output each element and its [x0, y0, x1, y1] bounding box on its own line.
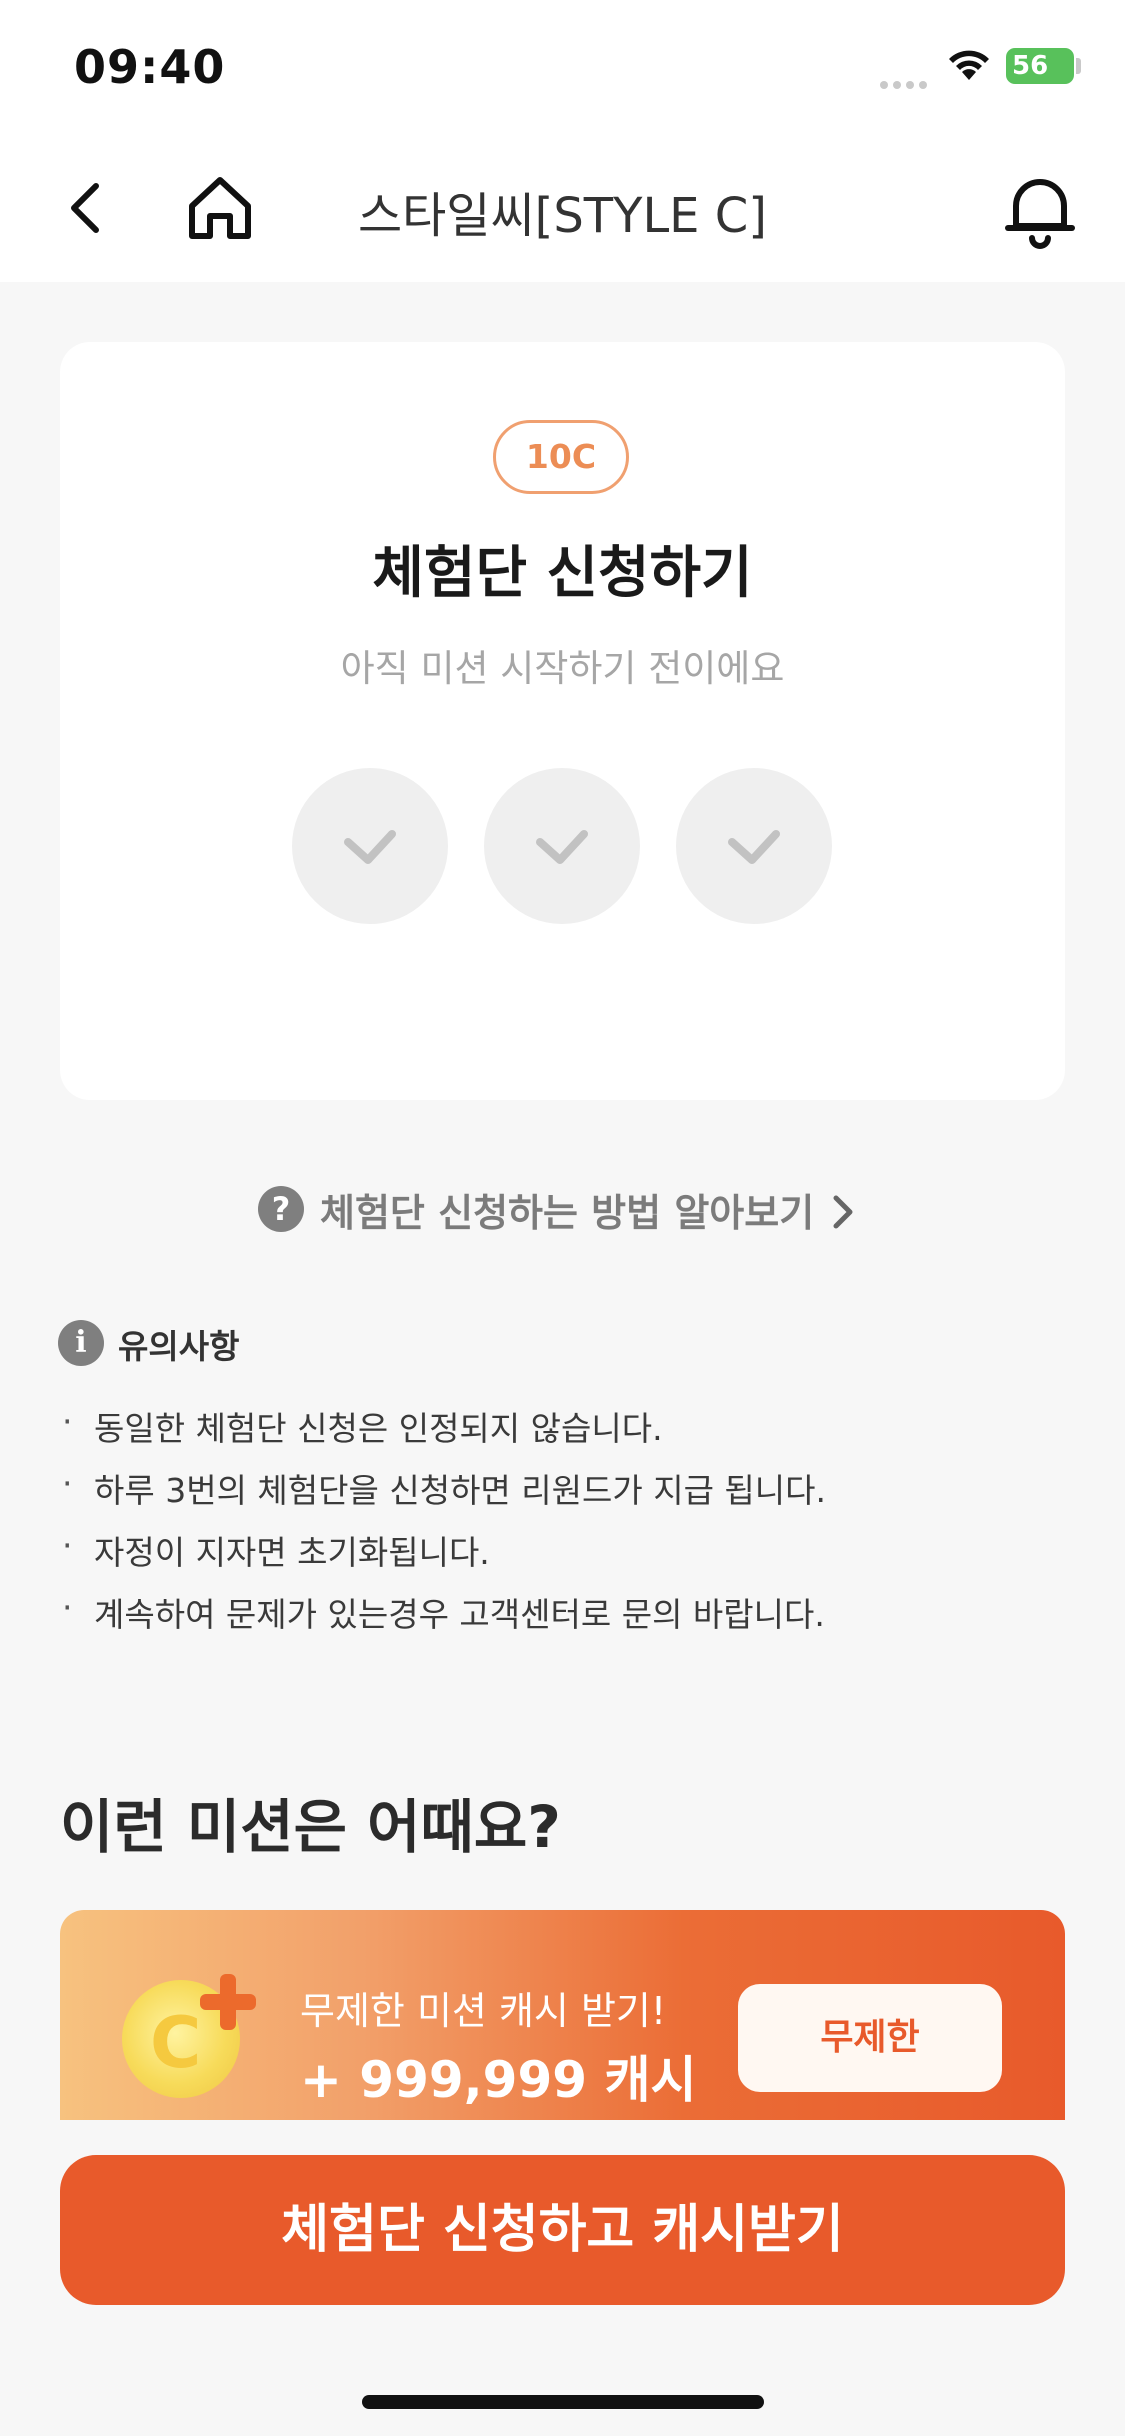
unlimited-button[interactable]: 무제한: [738, 1984, 1002, 2092]
home-button[interactable]: [182, 170, 258, 246]
home-indicator: [362, 2395, 764, 2409]
info-icon: i: [58, 1320, 104, 1366]
notice-list: 동일한 체험단 신청은 인정되지 않습니다. 하루 3번의 체험단을 신청하면 …: [62, 1402, 1062, 1650]
promo-headline: 무제한 미션 캐시 받기!: [300, 1989, 667, 2033]
check-icon: [536, 830, 588, 864]
step-indicator-3: [676, 768, 832, 924]
battery-cap: [1076, 58, 1081, 74]
apply-cta-button[interactable]: 체험단 신청하고 캐시받기: [60, 2155, 1065, 2305]
home-icon: [189, 177, 251, 239]
question-icon: ?: [258, 1186, 304, 1232]
card-title: 체험단 신청하기: [372, 541, 753, 606]
recommend-title: 이런 미션은 어때요?: [60, 1793, 561, 1861]
notice-title: 유의사항: [118, 1327, 240, 1366]
wifi-icon: [946, 46, 992, 86]
chevron-right-icon: [833, 1195, 853, 1229]
card-subtitle: 아직 미션 시작하기 전이에요: [340, 647, 785, 690]
step-indicator-1: [292, 768, 448, 924]
notice-item: 자정이 지자면 초기화됩니다.: [62, 1526, 1062, 1588]
notice-item: 하루 3번의 체험단을 신청하면 리원드가 지급 됩니다.: [62, 1464, 1062, 1526]
page-title: 스타일씨[STYLE C]: [357, 188, 768, 244]
reward-badge: 10C: [493, 420, 629, 494]
notice-item: 계속하여 문제가 있는경우 고객센터로 문의 바랍니다.: [62, 1588, 1062, 1650]
step-indicator-2: [484, 768, 640, 924]
howto-label: 체험단 신청하는 방법 알아보기: [320, 1191, 815, 1235]
chevron-left-icon: [71, 183, 99, 233]
cellular-signal-icon: [880, 74, 932, 93]
check-icon: [344, 830, 396, 864]
notice-item: 동일한 체험단 신청은 인정되지 않습니다.: [62, 1402, 1062, 1464]
notification-button[interactable]: [1000, 168, 1080, 252]
check-icon: [728, 830, 780, 864]
back-button[interactable]: [58, 168, 118, 248]
coin-c-mark: C: [150, 2002, 202, 2084]
battery-indicator: 56: [1006, 48, 1074, 84]
promo-amount: + 999,999 캐시: [300, 2051, 697, 2109]
plus-icon: [200, 1974, 256, 2030]
bell-icon: [1005, 179, 1075, 249]
status-time: 09:40: [74, 40, 226, 94]
